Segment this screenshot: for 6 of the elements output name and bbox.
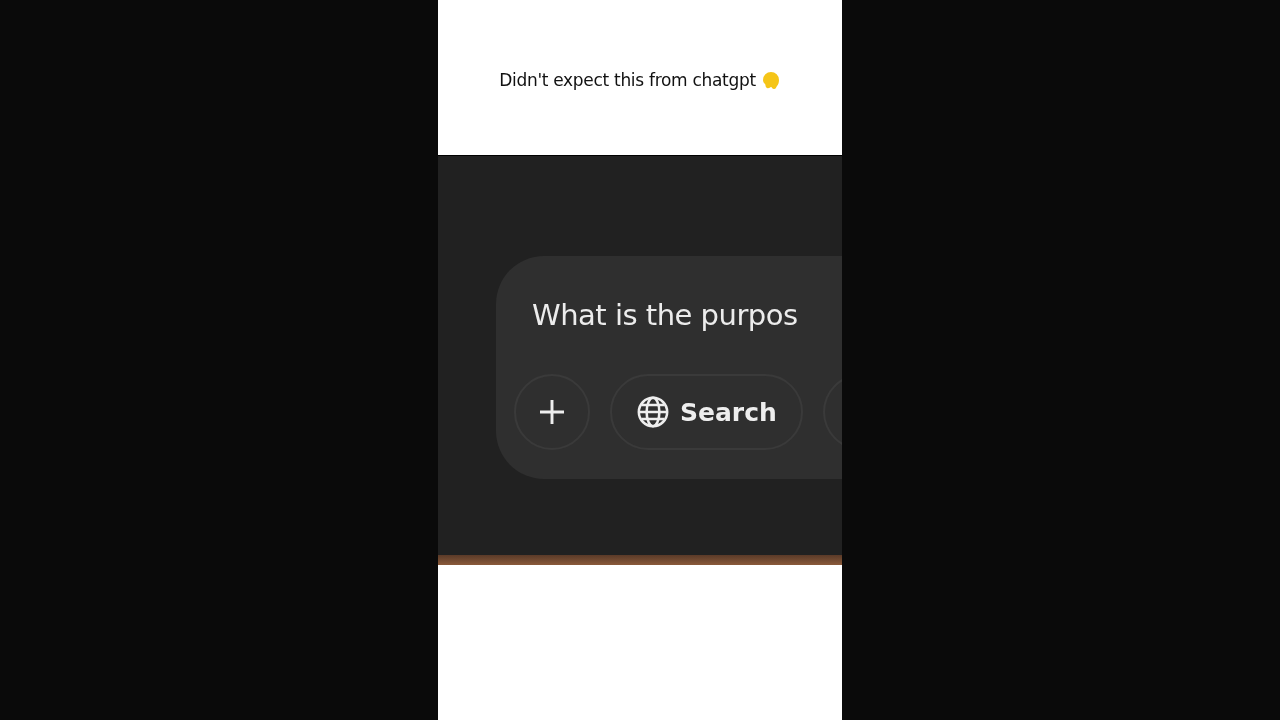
melting-face-icon xyxy=(760,69,781,90)
prompt-box[interactable]: What is the purpos Search xyxy=(496,256,842,479)
search-button[interactable]: Search xyxy=(610,374,803,450)
globe-icon xyxy=(636,395,670,429)
prompt-text: What is the purpos xyxy=(532,298,799,332)
caption-text: Didn't expect this from chatgpt xyxy=(499,69,756,90)
